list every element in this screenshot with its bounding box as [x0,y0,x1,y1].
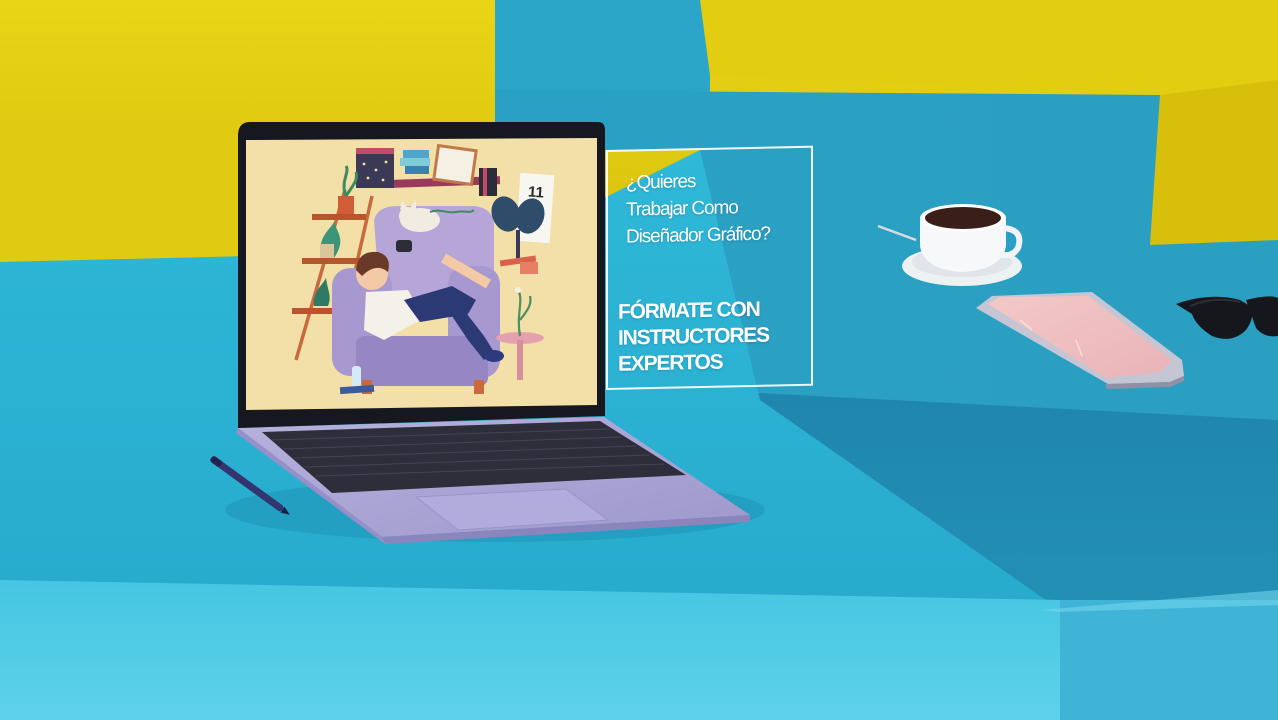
promo-scene: 11 ¿Quieres Trabajar Como Diseñador Gráf… [0,0,1278,720]
calendar-day-number: 11 [527,183,545,202]
caption-callout: FÓRMATE CON INSTRUCTORES EXPERTOS [618,297,769,376]
caption-question: ¿Quieres Trabajar Como Diseñador Gráfico… [626,171,770,248]
teal-front-step-right [1060,600,1278,720]
teal-front-step [0,580,1060,720]
caption-frame: ¿Quieres Trabajar Como Diseñador Gráfico… [606,145,813,390]
yellow-right-block-side [1150,80,1278,245]
